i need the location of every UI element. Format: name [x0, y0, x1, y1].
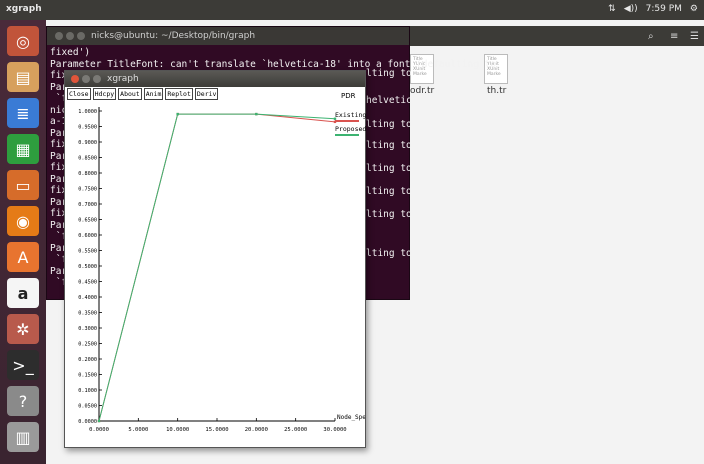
- y-tick-label: 0.7500: [78, 187, 97, 193]
- volume-icon[interactable]: ◀)): [624, 4, 638, 14]
- y-tick-label: 0.3500: [78, 311, 97, 317]
- terminal-fragment: lting to: [366, 248, 412, 259]
- x-tick-label: 20.0000: [245, 427, 268, 433]
- files-icon[interactable]: ▤: [7, 62, 39, 92]
- ubuntu-logo-icon[interactable]: ◎: [7, 26, 39, 56]
- y-tick-label: 0.5500: [78, 249, 97, 255]
- files-toolbar: ⌕ ≡ ☰: [408, 26, 704, 46]
- terminal-fragment: lting to: [366, 119, 412, 130]
- y-tick-label: 0.8000: [78, 171, 97, 177]
- x-tick-label: 10.0000: [166, 427, 189, 433]
- launcher: ◎ ▤ ≣ ▦ ▭ ◉ A a ✲ >_ ? ▥: [0, 20, 46, 464]
- data-point: [176, 112, 179, 116]
- list-view-icon[interactable]: ≡: [670, 31, 678, 42]
- y-tick-label: 1.0000: [78, 109, 97, 115]
- active-app-name: xgraph: [6, 4, 42, 14]
- x-tick-label: 0.0000: [89, 427, 109, 433]
- y-tick-label: 0.9000: [78, 140, 97, 146]
- system-tray: ⇅ ◀)) 7:59 PM ⚙: [608, 4, 698, 14]
- writer-icon[interactable]: ≣: [7, 98, 39, 128]
- data-point: [255, 112, 258, 116]
- clock[interactable]: 7:59 PM: [646, 4, 682, 14]
- settings-icon[interactable]: ✲: [7, 314, 39, 344]
- terminal-title: nicks@ubuntu: ~/Desktop/bin/graph: [91, 31, 256, 41]
- calc-icon[interactable]: ▦: [7, 134, 39, 164]
- x-tick-label: 15.0000: [205, 427, 228, 433]
- y-tick-label: 0.8500: [78, 156, 97, 162]
- window-controls[interactable]: [55, 32, 85, 40]
- data-point: [97, 419, 101, 423]
- data-point: [333, 117, 337, 120]
- chart-svg: 0.0000 0.0500 0.1000 0.1500 0.2000 0.2500 0.30…: [78, 107, 365, 433]
- y-tick-label: 0.3000: [78, 326, 97, 332]
- y-tick-label: 0.2000: [78, 357, 97, 363]
- network-icon[interactable]: ⇅: [608, 4, 616, 14]
- y-tick-label: 0.1500: [78, 373, 97, 379]
- software-center-icon[interactable]: A: [7, 242, 39, 272]
- series-line-existing: [98, 113, 336, 422]
- y-tick-label: 0.6500: [78, 218, 97, 224]
- y-tick-label: 0.6000: [78, 233, 97, 239]
- terminal-fragment: lting to: [366, 209, 412, 220]
- y-tick-label: 0.4000: [78, 295, 97, 301]
- terminal-fragment: lting to: [366, 163, 412, 174]
- y-tick-label: 0.0500: [78, 404, 97, 410]
- y-tick-label: 0.5000: [78, 264, 97, 270]
- terminal-fragment: lting to: [366, 186, 412, 197]
- terminal-fragment: helvetic: [366, 95, 412, 106]
- terminal-line: Parameter TitleFont: can't translate `he…: [50, 58, 497, 70]
- search-icon[interactable]: ⌕: [648, 31, 654, 42]
- gear-icon[interactable]: ⚙: [690, 4, 698, 14]
- terminal-icon[interactable]: >_: [7, 350, 39, 380]
- y-tick-label: 0.1000: [78, 388, 97, 394]
- y-tick-label: 0.4500: [78, 280, 97, 286]
- terminal-line: fixed'): [50, 47, 91, 58]
- data-point: [333, 120, 337, 124]
- terminal-titlebar[interactable]: nicks@ubuntu: ~/Desktop/bin/graph: [47, 27, 409, 45]
- help-icon[interactable]: ?: [7, 386, 39, 416]
- firefox-icon[interactable]: ◉: [7, 206, 39, 236]
- file-label[interactable]: th.tr: [487, 86, 506, 96]
- x-axis-label: Node_Speed: [337, 414, 365, 421]
- x-tick-label: 5.0000: [128, 427, 148, 433]
- terminal-fragment: lting to: [366, 68, 412, 79]
- top-panel: xgraph ⇅ ◀)) 7:59 PM ⚙: [0, 0, 704, 20]
- amazon-icon[interactable]: a: [7, 278, 39, 308]
- series-line-proposed: [98, 113, 336, 422]
- y-tick-label: 0.0000: [78, 419, 97, 425]
- xgraph-window[interactable]: xgraph Close Hdcpy About Anim Replot Der…: [64, 70, 366, 448]
- y-tick-label: 0.2500: [78, 342, 97, 348]
- terminal-fragment: lting to: [366, 140, 412, 151]
- file-label[interactable]: odr.tr: [410, 86, 434, 96]
- trash-icon[interactable]: ▥: [7, 422, 39, 452]
- impress-icon[interactable]: ▭: [7, 170, 39, 200]
- y-tick-label: 0.9500: [78, 125, 97, 131]
- x-tick-label: 30.0000: [323, 427, 346, 433]
- x-tick-label: 25.0000: [284, 427, 307, 433]
- menu-icon[interactable]: ☰: [690, 31, 699, 42]
- y-tick-label: 0.7000: [78, 202, 97, 208]
